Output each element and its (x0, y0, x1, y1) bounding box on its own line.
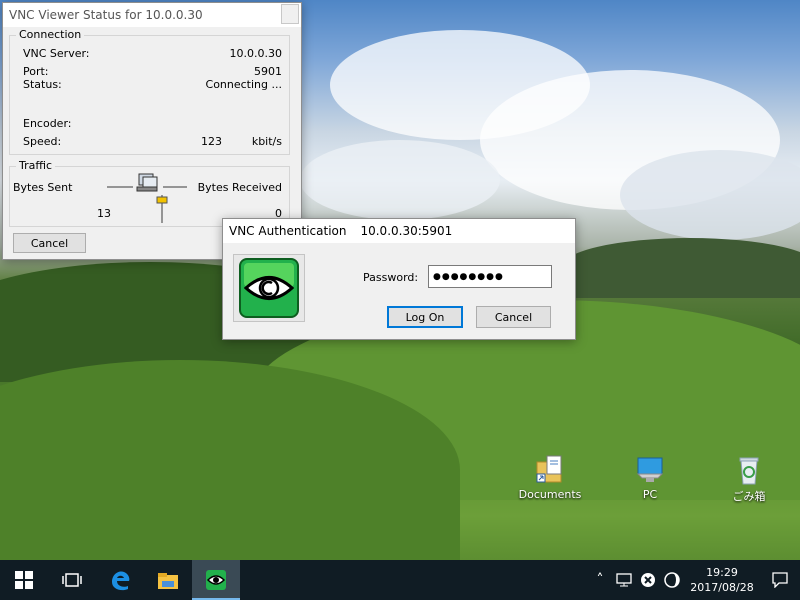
vnc-server-value: 10.0.0.30 (229, 47, 282, 60)
connection-group-title: Connection (16, 28, 85, 41)
bytes-sent-label: Bytes Sent (13, 181, 73, 194)
status-window-title: VNC Viewer Status for 10.0.0.30 (9, 8, 203, 22)
auth-dialog-title: VNC Authentication (229, 224, 347, 238)
taskbar-file-explorer[interactable] (144, 560, 192, 600)
system-tray: ˄ 19:29 2017/08/28 (588, 560, 800, 600)
network-button[interactable] (612, 560, 636, 600)
auth-cancel-button[interactable]: Cancel (476, 306, 551, 328)
vnc-logo-frame (233, 254, 305, 322)
desktop-icon-label: Documents (518, 488, 582, 501)
documents-folder-icon (536, 455, 562, 483)
logon-button[interactable]: Log On (387, 306, 463, 328)
windows-logo-icon (15, 571, 33, 589)
task-view-button[interactable] (48, 560, 96, 600)
volume-muted-icon (641, 573, 655, 587)
status-cancel-label: Cancel (30, 236, 69, 250)
speed-label: Speed: (23, 135, 62, 148)
action-center-button[interactable] (760, 560, 800, 600)
auth-cancel-label: Cancel (494, 310, 533, 324)
password-field[interactable]: ●●●●●●●● (428, 265, 552, 288)
auth-dialog-host: 10.0.0.30:5901 (360, 224, 453, 238)
desktop-icon-label: ごみ箱 (732, 490, 766, 503)
encoder-label: Encoder: (23, 117, 72, 130)
vnc-viewer-icon (206, 570, 226, 590)
status-label: Status: (23, 78, 62, 91)
desktop-icon-recycle-bin[interactable]: ごみ箱 (713, 454, 785, 504)
notification-icon (772, 572, 788, 588)
task-view-icon (62, 573, 82, 587)
status-window-titlebar[interactable]: VNC Viewer Status for 10.0.0.30 (3, 3, 301, 27)
traffic-group-title: Traffic (16, 159, 56, 172)
status-cancel-button[interactable]: Cancel (13, 233, 86, 253)
clock[interactable]: 19:29 2017/08/28 (684, 560, 760, 600)
logon-label: Log On (405, 310, 445, 324)
taskbar-vnc-viewer[interactable] (192, 560, 240, 600)
start-button[interactable] (0, 560, 48, 600)
recycle-bin-icon (739, 457, 759, 485)
show-hidden-icons-button[interactable]: ˄ (588, 560, 612, 600)
network-activity-icon (107, 173, 187, 223)
speed-unit: kbit/s (251, 135, 282, 148)
volume-button[interactable] (636, 560, 660, 600)
desktop-icon-label: PC (642, 488, 658, 501)
bytes-received-label: Bytes Received (197, 181, 282, 194)
clock-date: 2017/08/28 (690, 581, 754, 594)
port-label: Port: (23, 65, 49, 78)
vnc-server-label: VNC Server: (23, 47, 90, 60)
auth-dialog-titlebar[interactable]: VNC Authentication 10.0.0.30:5901 (223, 219, 575, 243)
status-value: Connecting ... (205, 78, 282, 91)
clock-time: 19:29 (706, 566, 738, 579)
desktop-icon-pc[interactable]: PC (614, 454, 686, 501)
vnc-auth-dialog: VNC Authentication 10.0.0.30:5901 Passwo… (222, 218, 576, 340)
password-label: Password: (363, 271, 419, 284)
network-icon (616, 573, 632, 587)
taskbar: ˄ 19:29 2017/08/28 (0, 560, 800, 600)
port-value: 5901 (254, 65, 282, 78)
vnc-eye-icon (239, 258, 299, 318)
taskbar-edge[interactable] (96, 560, 144, 600)
desktop-icon-documents[interactable]: Documents (514, 454, 586, 501)
file-explorer-icon (158, 573, 178, 589)
moon-icon (664, 572, 680, 588)
close-button[interactable] (281, 4, 299, 24)
edge-browser-icon (112, 571, 130, 591)
chevron-up-icon: ˄ (596, 572, 604, 588)
speed-value: 123 (201, 135, 222, 148)
password-value: ●●●●●●●● (433, 271, 504, 282)
night-light-button[interactable] (660, 560, 684, 600)
pc-monitor-icon (636, 457, 664, 482)
